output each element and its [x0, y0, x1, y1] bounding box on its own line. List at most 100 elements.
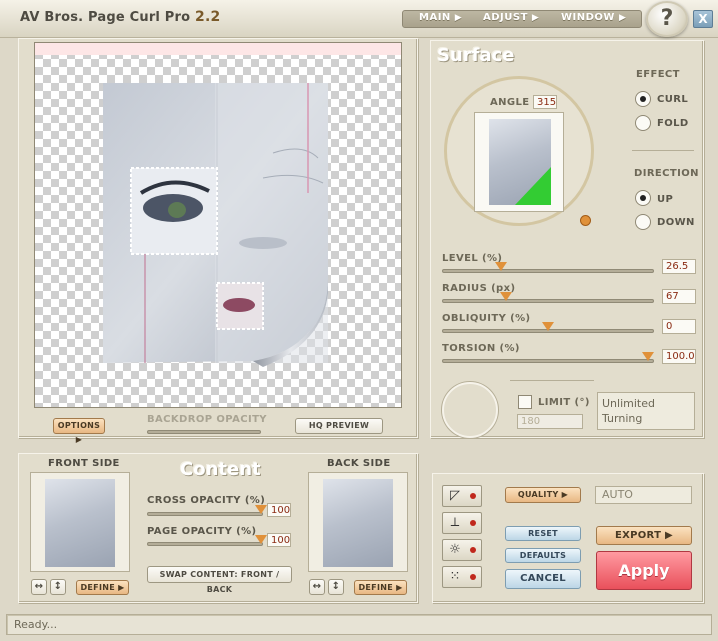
- cancel-button[interactable]: CANCEL: [505, 569, 581, 589]
- obliquity-label: OBLIQUITY (%): [442, 313, 531, 324]
- limit-input[interactable]: 180: [517, 414, 583, 429]
- back-side-label: BACK SIDE: [327, 458, 391, 469]
- cross-opacity-slider-thumb[interactable]: [255, 505, 267, 514]
- status-bar: Ready...: [6, 614, 712, 635]
- torsion-slider[interactable]: [442, 359, 654, 363]
- curl-corner-indicator: [515, 167, 551, 205]
- help-button[interactable]: ?: [646, 1, 688, 37]
- hq-preview-button[interactable]: HQ PREVIEW: [295, 418, 383, 434]
- play-arrow-icon: ▶: [75, 435, 83, 444]
- menu-window[interactable]: WINDOW ▶: [561, 12, 626, 23]
- angle-input[interactable]: 315: [533, 95, 557, 109]
- page-opacity-label: PAGE OPACITY (%): [147, 526, 257, 537]
- divider: [510, 380, 594, 381]
- radius-slider[interactable]: [442, 299, 654, 303]
- cross-opacity-input[interactable]: 100: [267, 503, 291, 517]
- level-label: LEVEL (%): [442, 253, 503, 264]
- flip-horizontal-button[interactable]: ↔: [31, 579, 47, 595]
- back-side-image: [323, 479, 393, 567]
- back-flip-horizontal-button[interactable]: ↔: [309, 579, 325, 595]
- angle-dial-handle[interactable]: [580, 215, 591, 226]
- preview-canvas[interactable]: [34, 42, 402, 408]
- angle-label: ANGLE: [490, 97, 530, 108]
- cross-opacity-slider[interactable]: [147, 512, 263, 516]
- direction-down-radio[interactable]: [635, 214, 651, 230]
- page-opacity-input[interactable]: 100: [267, 533, 291, 547]
- sun-icon: ☼: [449, 542, 461, 557]
- torsion-input[interactable]: 100.0: [662, 349, 696, 364]
- menu-window-label: WINDOW: [561, 12, 615, 23]
- direction-label: DIRECTION: [634, 168, 699, 179]
- axes-tool-button[interactable]: ⟂: [442, 512, 482, 534]
- status-dot: [470, 547, 476, 553]
- play-arrow-icon: ▶: [561, 490, 569, 499]
- page-corner-icon: ◸: [450, 488, 460, 503]
- back-define-button[interactable]: DEFINE ▶: [354, 580, 407, 595]
- level-input[interactable]: 26.5: [662, 259, 696, 274]
- quality-label: QUALITY: [517, 490, 559, 499]
- cross-opacity-label: CROSS OPACITY (%): [147, 495, 266, 506]
- menu-adjust-label: ADJUST: [483, 12, 528, 23]
- title-bar: AV Bros. Page Curl Pro 2.2 MAIN ▶ ADJUST…: [0, 0, 718, 38]
- play-arrow-icon: ▶: [531, 13, 540, 23]
- grid-tool-button[interactable]: ⁙: [442, 566, 482, 588]
- page-opacity-slider-thumb[interactable]: [255, 535, 267, 544]
- radius-input[interactable]: 67: [662, 289, 696, 304]
- torsion-label: TORSION (%): [442, 343, 520, 354]
- export-button[interactable]: EXPORT ▶: [596, 526, 692, 545]
- menu-adjust[interactable]: ADJUST ▶: [483, 12, 539, 23]
- close-button[interactable]: X: [693, 10, 713, 28]
- curled-page-image: [103, 83, 329, 367]
- effect-curl-radio[interactable]: [635, 91, 651, 107]
- status-text: Ready...: [14, 618, 58, 631]
- status-dot: [470, 493, 476, 499]
- direction-up-radio[interactable]: [635, 190, 651, 206]
- options-button[interactable]: OPTIONS ▶: [53, 418, 105, 444]
- front-side-label: FRONT SIDE: [48, 458, 120, 469]
- direction-up-label: UP: [657, 194, 674, 205]
- front-define-button[interactable]: DEFINE ▶: [76, 580, 129, 595]
- limit-status-text: Unlimited Turning: [597, 392, 695, 430]
- backdrop-opacity-label: BACKDROP OPACITY: [147, 414, 267, 425]
- app-name: AV Bros. Page Curl Pro: [20, 10, 191, 25]
- limit-dial[interactable]: [442, 382, 498, 438]
- status-dot: [470, 520, 476, 526]
- quality-value: AUTO: [595, 486, 692, 504]
- page-opacity-slider[interactable]: [147, 542, 263, 546]
- play-arrow-icon: ▶: [618, 13, 627, 23]
- light-tool-button[interactable]: ☼: [442, 539, 482, 561]
- play-arrow-icon: ▶: [665, 530, 674, 541]
- menu-main-label: MAIN: [419, 12, 451, 23]
- content-title: Content: [180, 459, 261, 480]
- menu-main[interactable]: MAIN ▶: [419, 12, 462, 23]
- effect-curl-label: CURL: [657, 94, 689, 105]
- level-slider[interactable]: [442, 269, 654, 273]
- app-version: 2.2: [195, 9, 221, 25]
- flip-vertical-button[interactable]: ↕: [50, 579, 66, 595]
- app-title: AV Bros. Page Curl Pro 2.2: [20, 9, 220, 25]
- torsion-slider-thumb[interactable]: [642, 352, 654, 361]
- export-label: EXPORT: [614, 530, 662, 541]
- defaults-button[interactable]: DEFAULTS: [505, 548, 581, 563]
- axes-icon: ⟂: [450, 515, 460, 530]
- apply-button[interactable]: Apply: [596, 551, 692, 590]
- front-side-image: [45, 479, 115, 567]
- front-side-preview[interactable]: [30, 472, 130, 572]
- back-side-preview[interactable]: [308, 472, 408, 572]
- surface-title: Surface: [437, 45, 515, 66]
- radius-slider-thumb[interactable]: [500, 292, 512, 301]
- effect-label: EFFECT: [636, 69, 680, 80]
- curl-tool-button[interactable]: ◸: [442, 485, 482, 507]
- obliquity-slider-thumb[interactable]: [542, 322, 554, 331]
- direction-down-label: DOWN: [657, 217, 695, 228]
- effect-fold-radio[interactable]: [635, 115, 651, 131]
- menu-bar: MAIN ▶ ADJUST ▶ WINDOW ▶: [402, 10, 642, 28]
- limit-checkbox[interactable]: [518, 395, 532, 409]
- back-flip-vertical-button[interactable]: ↕: [328, 579, 344, 595]
- swap-content-button[interactable]: SWAP CONTENT: FRONT / BACK: [147, 566, 292, 594]
- quality-button[interactable]: QUALITY ▶: [505, 487, 581, 503]
- level-slider-thumb[interactable]: [495, 262, 507, 271]
- backdrop-opacity-slider: [147, 430, 261, 434]
- obliquity-input[interactable]: 0: [662, 319, 696, 334]
- reset-button[interactable]: RESET: [505, 526, 581, 541]
